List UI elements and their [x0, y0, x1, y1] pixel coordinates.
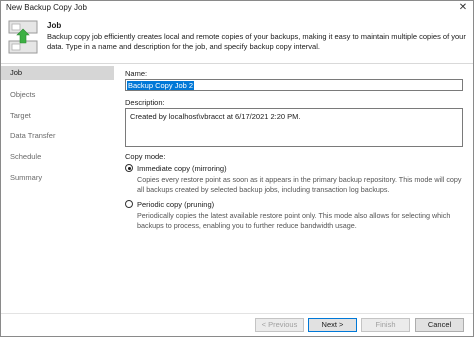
sidebar-item-data-transfer[interactable]: Data Transfer: [1, 129, 114, 143]
periodic-copy-description: Periodically copies the latest available…: [137, 211, 451, 230]
periodic-copy-radio[interactable]: [125, 200, 133, 208]
name-input[interactable]: Backup Copy Job 2: [125, 79, 463, 91]
description-label: Description:: [125, 98, 165, 107]
sidebar-item-summary[interactable]: Summary: [1, 171, 114, 185]
job-settings-panel: Name: Backup Copy Job 2 Description: Cre…: [114, 65, 473, 313]
cancel-button[interactable]: Cancel: [415, 318, 464, 332]
wizard-steps-sidebar: Job Objects Target Data Transfer Schedul…: [1, 65, 114, 317]
new-backup-copy-job-window: New Backup Copy Job ✕ Job Backup copy jo…: [0, 0, 474, 337]
description-textarea[interactable]: Created by localhost\vbracct at 6/17/202…: [125, 108, 463, 147]
wizard-footer: < Previous Next > Finish Cancel: [1, 313, 473, 336]
header-title: Job: [47, 21, 62, 30]
header-description: Backup copy job efficiently creates loca…: [47, 32, 466, 51]
sidebar-item-objects[interactable]: Objects: [1, 88, 114, 102]
title-bar: New Backup Copy Job ✕: [1, 1, 473, 15]
copy-mode-label: Copy mode:: [125, 152, 166, 161]
immediate-copy-description: Copies every restore point as soon as it…: [137, 175, 462, 194]
periodic-copy-label[interactable]: Periodic copy (pruning): [137, 200, 214, 209]
immediate-copy-label[interactable]: Immediate copy (mirroring): [137, 164, 227, 173]
close-icon[interactable]: ✕: [457, 2, 469, 14]
name-input-value: Backup Copy Job 2: [127, 81, 195, 90]
window-title: New Backup Copy Job: [6, 3, 87, 12]
wizard-header: Job Backup copy job efficiently creates …: [1, 15, 473, 64]
immediate-copy-radio[interactable]: [125, 164, 133, 172]
sidebar-item-target[interactable]: Target: [1, 109, 114, 123]
finish-button[interactable]: Finish: [361, 318, 410, 332]
sidebar-item-job[interactable]: Job: [1, 66, 114, 80]
previous-button[interactable]: < Previous: [255, 318, 304, 332]
name-label: Name:: [125, 69, 148, 78]
backup-copy-job-icon: [8, 20, 38, 54]
sidebar-item-schedule[interactable]: Schedule: [1, 150, 114, 164]
next-button[interactable]: Next >: [308, 318, 357, 332]
